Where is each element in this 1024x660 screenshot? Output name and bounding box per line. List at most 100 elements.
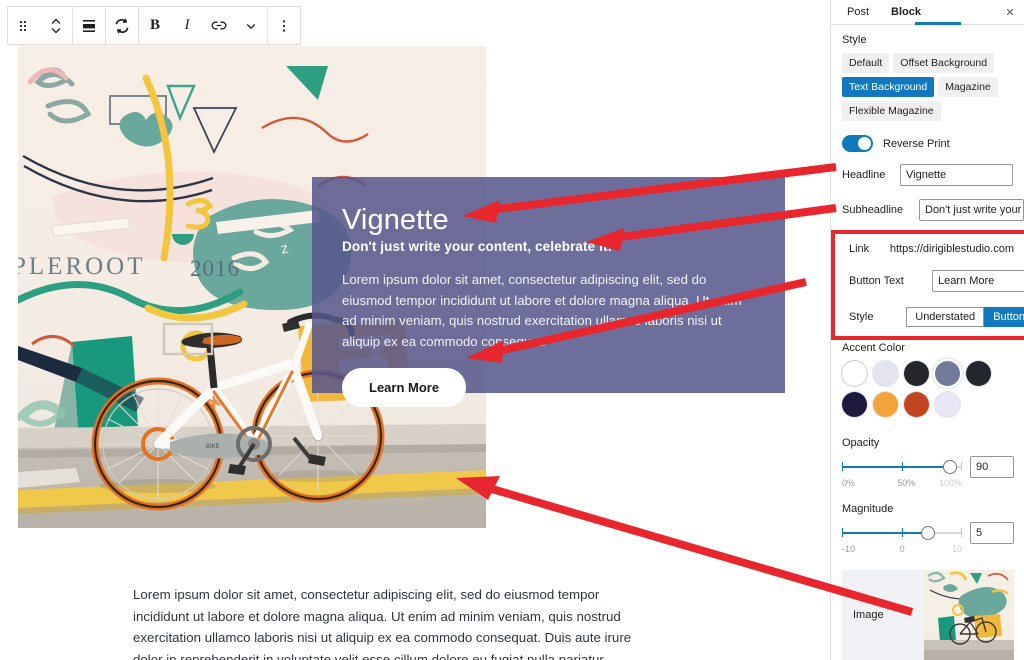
accent-swatch-near-black[interactable] (904, 361, 929, 386)
button-text-label: Button Text (849, 275, 904, 287)
toolbar-group-options (268, 7, 300, 44)
magnitude-slider-row: 5 (842, 522, 1014, 544)
button-style-button[interactable]: Button (984, 307, 1024, 327)
style-option-text-background[interactable]: Text Background (842, 77, 935, 97)
link-field-row: Link https://dirigiblestudio.com (849, 243, 1014, 255)
overlay-body-text[interactable]: Lorem ipsum dolor sit amet, consectetur … (342, 270, 755, 352)
opacity-thumb[interactable] (943, 460, 957, 474)
link-label: Link (849, 243, 870, 255)
style-options-row-1: Default Offset Background (842, 53, 1013, 73)
reverse-print-row: Reverse Print (842, 135, 1013, 152)
image-label: Image (853, 609, 884, 621)
accent-swatch-pale-lavender[interactable] (873, 361, 898, 386)
style-option-offset-background[interactable]: Offset Background (893, 53, 995, 73)
link-settings-group: Link https://dirigiblestudio.com Button … (831, 230, 1024, 340)
toolbar-group-transform (106, 7, 139, 44)
opacity-track[interactable] (842, 457, 962, 477)
accent-swatch-midnight[interactable] (842, 392, 867, 417)
magnitude-label: Magnitude (842, 503, 894, 515)
close-icon[interactable]: ✕ (1000, 6, 1020, 19)
subheadline-input[interactable]: Don't just write your co (919, 199, 1024, 221)
svg-text:PLEROOT: PLEROOT (18, 253, 146, 280)
accent-swatch-row-1 (842, 361, 1014, 386)
opacity-tick-max (961, 462, 962, 471)
magnitude-scale-mid: 0 (899, 544, 905, 554)
sidebar-body: Style Default Offset Background Text Bac… (831, 25, 1024, 221)
accent-swatch-orange[interactable] (873, 392, 898, 417)
article-paragraph[interactable]: Lorem ipsum dolor sit amet, consectetur … (133, 584, 653, 660)
accent-swatch-rust[interactable] (904, 392, 929, 417)
opacity-section: Opacity 90 0% 50% 100% (831, 437, 1024, 491)
toolbar-group-move (8, 7, 73, 44)
style-options-row-3: Flexible Magazine (842, 101, 1013, 121)
style-option-flexible-magazine[interactable]: Flexible Magazine (842, 101, 941, 121)
image-setting-panel[interactable]: Image (842, 570, 1014, 660)
reverse-print-label: Reverse Print (883, 137, 950, 150)
drag-handle-icon[interactable] (8, 7, 40, 44)
block-toolbar: B I (7, 6, 301, 45)
headline-field-row: Headline Vignette (842, 164, 1013, 186)
settings-sidebar: Post Block ✕ Style Default Offset Backgr… (830, 0, 1024, 660)
italic-icon[interactable]: I (171, 7, 203, 44)
overlay-subheadline[interactable]: Don't just write your content, celebrate… (342, 239, 755, 254)
accent-swatch-white[interactable] (842, 361, 867, 386)
button-text-input[interactable]: Learn More (932, 270, 1024, 292)
button-style-label: Style (849, 311, 874, 323)
vignette-overlay-card[interactable]: Vignette Don't just write your content, … (312, 177, 785, 407)
accent-color-label: Accent Color (842, 342, 905, 354)
magnitude-track-fill (842, 532, 926, 534)
toolbar-group-format: B I (139, 7, 268, 44)
magnitude-tick-mid (902, 528, 903, 537)
button-style-understated[interactable]: Understated (906, 307, 985, 327)
opacity-value-input[interactable]: 90 (970, 456, 1014, 478)
overlay-learn-more-button[interactable]: Learn More (342, 368, 467, 407)
style-section-label: Style (842, 34, 867, 46)
block-type-icon[interactable] (73, 7, 105, 44)
button-style-segmented: Understated Button (906, 307, 1024, 327)
opacity-scale-max: 100% (938, 478, 962, 488)
image-thumbnail[interactable] (924, 570, 1014, 660)
subheadline-label: Subheadline (842, 204, 904, 216)
chevron-down-icon[interactable] (235, 7, 267, 44)
magnitude-scale: -10 0 10 (842, 544, 962, 557)
bold-icon[interactable]: B (139, 7, 171, 44)
headline-input[interactable]: Vignette (900, 164, 1013, 186)
accent-swatch-slate-purple[interactable] (935, 361, 960, 386)
button-text-field-row: Button Text Learn More (849, 270, 1024, 292)
magnitude-section: Magnitude 5 -10 0 10 (831, 503, 1024, 557)
subheadline-field-row: Subheadline Don't just write your co (842, 199, 1024, 221)
sidebar-tabs: Post Block ✕ (831, 0, 1024, 25)
style-option-magazine[interactable]: Magazine (938, 77, 998, 97)
opacity-scale-mid: 50% (897, 478, 916, 488)
svg-text:2016: 2016 (190, 256, 240, 281)
magnitude-tick-min (842, 528, 843, 537)
svg-text:BIKE: BIKE (206, 444, 220, 450)
more-options-icon[interactable] (268, 7, 300, 44)
magnitude-tick-max (961, 528, 962, 537)
headline-label: Headline (842, 169, 886, 181)
opacity-scale-min: 0% (842, 478, 856, 488)
accent-swatch-charcoal[interactable] (966, 361, 991, 386)
tab-post[interactable]: Post (841, 0, 875, 25)
transform-icon[interactable] (106, 7, 138, 44)
link-value[interactable]: https://dirigiblestudio.com (890, 243, 1014, 255)
accent-color-section: Accent Color (831, 342, 1024, 423)
tab-block[interactable]: Block (885, 0, 927, 25)
accent-swatch-light-lilac[interactable] (935, 392, 960, 417)
magnitude-thumb[interactable] (921, 526, 936, 540)
link-icon[interactable] (203, 7, 235, 44)
reverse-print-toggle[interactable] (842, 135, 873, 152)
magnitude-track[interactable] (842, 523, 962, 543)
magnitude-scale-max: 10 (951, 544, 962, 554)
opacity-tick-mid (902, 462, 903, 471)
overlay-headline[interactable]: Vignette (342, 203, 755, 237)
toggle-knob (858, 137, 871, 150)
opacity-scale: 0% 50% 100% (842, 478, 962, 491)
opacity-track-fill (842, 466, 950, 468)
magnitude-scale-min: -10 (842, 544, 856, 554)
accent-swatch-row-2 (842, 392, 1014, 417)
editor-canvas: B I z PLEROOT 2016 BIKE Vignette Don't j… (0, 0, 830, 660)
magnitude-value-input[interactable]: 5 (970, 522, 1014, 544)
move-updown-icon[interactable] (40, 7, 72, 44)
style-option-default[interactable]: Default (842, 53, 890, 73)
